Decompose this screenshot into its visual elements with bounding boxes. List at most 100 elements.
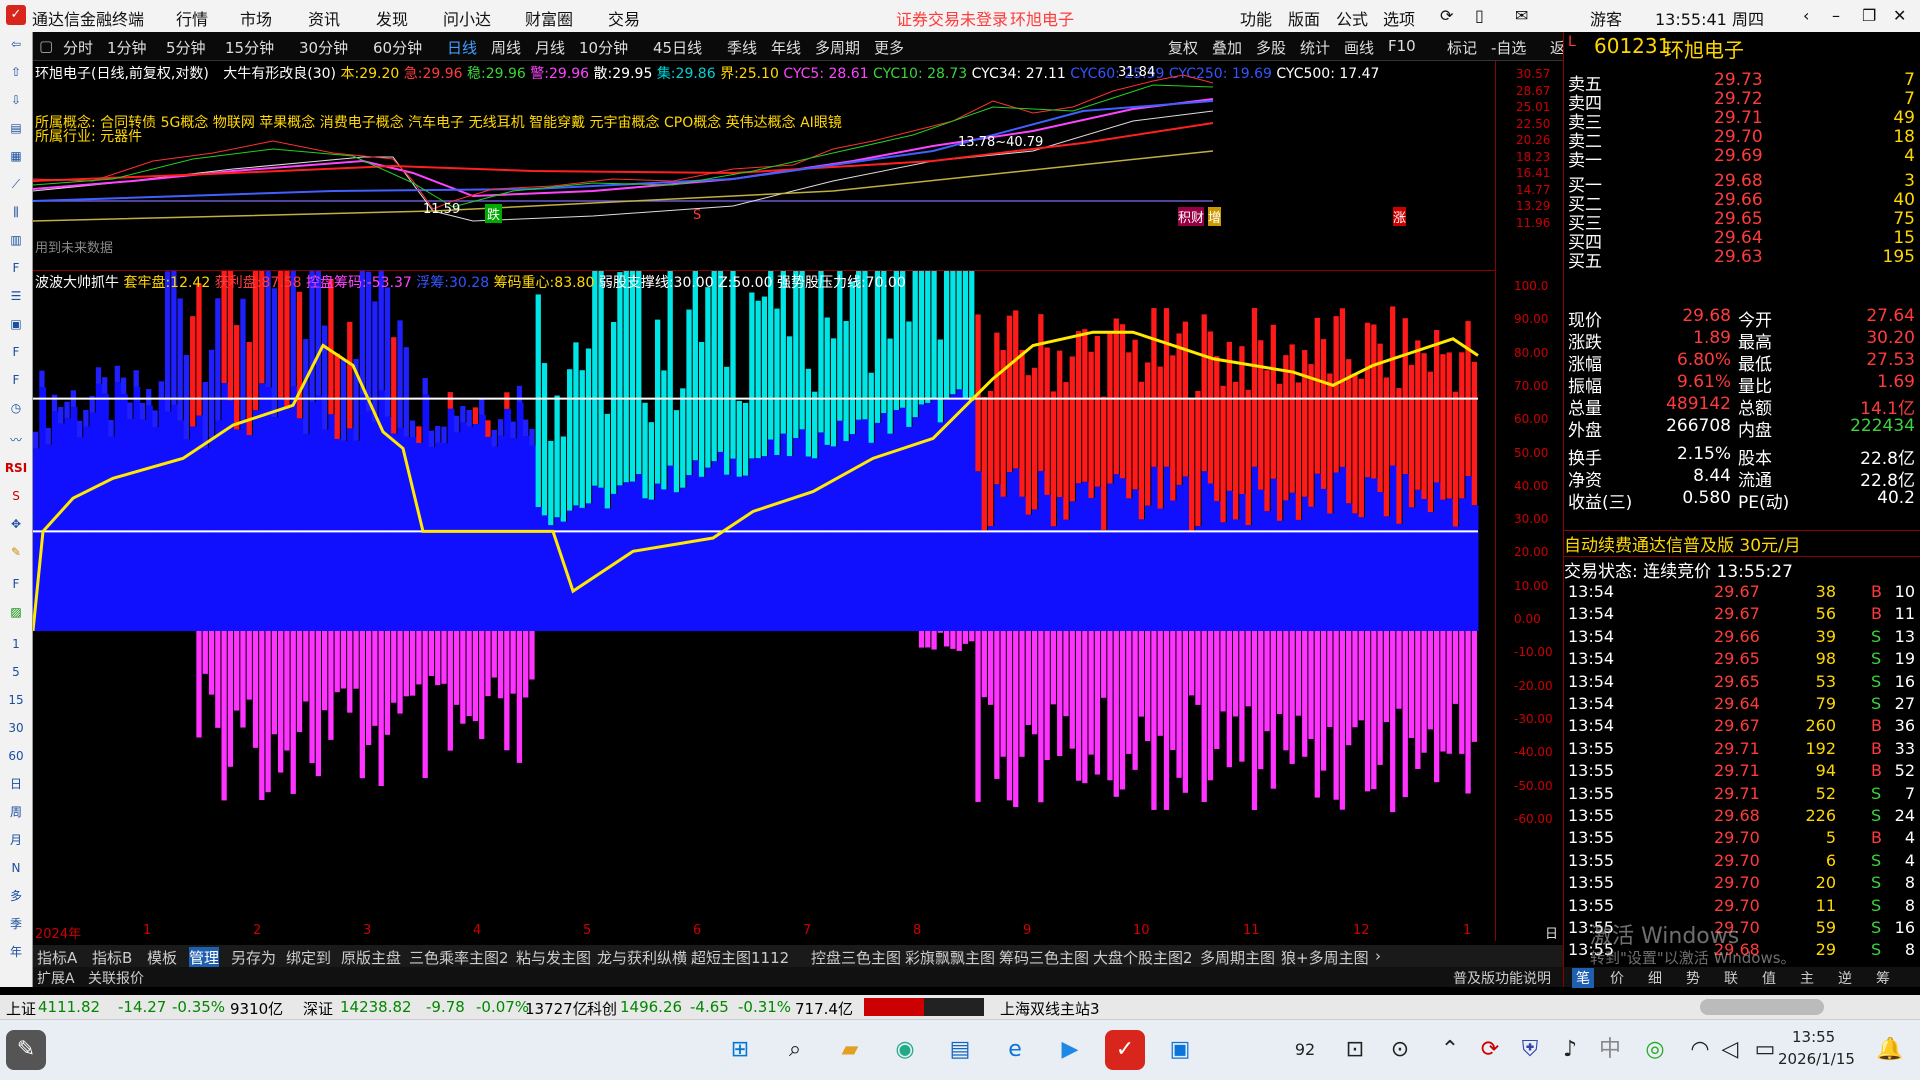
chart-tool-4[interactable]: 画线 <box>1344 37 1374 58</box>
panel-tab-7[interactable]: 逆 <box>1838 968 1852 988</box>
sync-icon[interactable]: ⟳ <box>1470 1030 1510 1070</box>
period-1[interactable]: 1分钟 <box>107 37 147 58</box>
chart-tool-1[interactable]: 叠加 <box>1212 37 1242 58</box>
chart-tool-3[interactable]: 统计 <box>1300 37 1330 58</box>
period-11[interactable]: 季线 <box>727 37 757 58</box>
chart-icon[interactable]: ▤ <box>2 116 30 140</box>
taskbar-date[interactable]: 2026/1/15 <box>1778 1050 1855 1068</box>
orderbook-row[interactable]: 买五 29.63 195 <box>1564 247 1920 272</box>
mic-icon[interactable]: ♪ <box>1550 1030 1590 1070</box>
tabs-more-icon[interactable]: › <box>1375 947 1381 965</box>
s-icon[interactable]: S <box>2 484 30 508</box>
layout-icon[interactable]: ▢ <box>39 37 53 55</box>
chart-tool-2[interactable]: 多股 <box>1256 37 1286 58</box>
table-icon[interactable]: ▥ <box>2 228 30 252</box>
main-price-chart[interactable]: 环旭电子(日线,前复权,对数) 大牛有形改良(30) 本:29.20 急:29.… <box>33 61 1495 271</box>
period-10[interactable]: 45日线 <box>653 37 702 58</box>
period-60[interactable]: 60 <box>2 744 30 768</box>
period-3[interactable]: 15分钟 <box>225 37 274 58</box>
tab-linked-quote[interactable]: 关联报价 <box>88 968 144 988</box>
indicator-tab-14[interactable]: 大盘个股主图2 <box>1093 947 1193 968</box>
candle-icon[interactable]: ⫼ <box>2 200 30 224</box>
login-notice[interactable]: 证券交易未登录 <box>896 6 1008 30</box>
period-14[interactable]: 更多 <box>874 37 904 58</box>
user-label[interactable]: 游客 <box>1590 6 1622 30</box>
f10-icon[interactable]: F <box>2 256 30 280</box>
nav-back-icon[interactable]: ⇦ <box>2 32 30 56</box>
menu-discover[interactable]: 发现 <box>376 6 408 30</box>
period-2[interactable]: 5分钟 <box>166 37 206 58</box>
period-year[interactable]: 年 <box>2 940 30 964</box>
app-icon[interactable]: ◉ <box>885 1030 925 1070</box>
menu-market2[interactable]: 市场 <box>240 6 272 30</box>
menu-options[interactable]: 选项 <box>1383 6 1415 30</box>
notification-icon[interactable]: 🔔 <box>1870 1030 1910 1070</box>
tdx-icon[interactable]: ✓ <box>1105 1030 1145 1070</box>
period-15[interactable]: 15 <box>2 688 30 712</box>
grid-icon[interactable]: ▦ <box>2 144 30 168</box>
chart-tool-7[interactable]: -自选 <box>1491 37 1526 58</box>
period-6[interactable]: 日线 <box>447 37 477 58</box>
menu-ask[interactable]: 问小达 <box>443 6 491 30</box>
period-5[interactable]: 5 <box>2 660 30 684</box>
period-month[interactable]: 月 <box>2 828 30 852</box>
folder-icon[interactable]: ▰ <box>830 1030 870 1070</box>
indicator-tab-7[interactable]: 三色乘率主图2 <box>409 947 509 968</box>
meeting-icon[interactable]: ▣ <box>1160 1030 1200 1070</box>
indicator-tab-16[interactable]: 狼+多周主图 <box>1281 947 1369 968</box>
back-icon[interactable]: ‹ <box>1803 6 1809 25</box>
indicator-tab-4[interactable]: 另存为 <box>231 947 276 968</box>
chart-tool-5[interactable]: F10 <box>1388 37 1416 55</box>
period-multi[interactable]: 多 <box>2 884 30 908</box>
close-icon[interactable]: ✕ <box>1893 6 1906 25</box>
panel-tab-6[interactable]: 主 <box>1800 968 1814 988</box>
scroll-slider[interactable] <box>1700 999 1824 1015</box>
f2-icon[interactable]: F <box>2 340 30 364</box>
period-day[interactable]: 日 <box>2 772 30 796</box>
period-season[interactable]: 季 <box>2 912 30 936</box>
period-12[interactable]: 年线 <box>771 37 801 58</box>
fs-icon[interactable]: F <box>2 572 30 596</box>
input-icon[interactable]: 中 <box>1590 1030 1630 1070</box>
period-8[interactable]: 月线 <box>535 37 565 58</box>
nav-up-icon[interactable]: ⇧ <box>2 60 30 84</box>
rsi-icon[interactable]: RSI <box>2 456 30 480</box>
menu-layout[interactable]: 版面 <box>1288 6 1320 30</box>
period-9[interactable]: 10分钟 <box>579 37 628 58</box>
chart-tool-6[interactable]: 标记 <box>1447 37 1477 58</box>
panel-tab-8[interactable]: 筹 <box>1876 968 1890 988</box>
period-5[interactable]: 60分钟 <box>373 37 422 58</box>
ad-banner[interactable]: 自动续费通达信普及版 30元/月 <box>1564 530 1920 556</box>
chevron-up-icon[interactable]: ⌃ <box>1430 1030 1470 1070</box>
period-4[interactable]: 30分钟 <box>299 37 348 58</box>
box-icon[interactable]: ▣ <box>2 312 30 336</box>
server-site[interactable]: 上海双线主站3 <box>1000 998 1100 1019</box>
line-icon[interactable]: ⟋ <box>2 172 30 196</box>
tab-ext-a[interactable]: 扩展A <box>37 968 75 988</box>
clock-icon[interactable]: ◷ <box>2 396 30 420</box>
indicator-tab-3[interactable]: 管理 <box>189 947 220 968</box>
magnifier-icon[interactable]: ⊙ <box>1380 1030 1420 1070</box>
chart-tool-0[interactable]: 复权 <box>1168 37 1198 58</box>
taskbar-time[interactable]: 13:55 <box>1792 1028 1835 1046</box>
start-icon[interactable]: ⊞ <box>720 1030 760 1070</box>
img-icon[interactable]: ▨ <box>2 600 30 624</box>
crop-icon[interactable]: ⊡ <box>1335 1030 1375 1070</box>
indicator-tab-9[interactable]: 龙与获利纵横 <box>597 947 687 968</box>
indicator-tab-1[interactable]: 指标B <box>92 947 132 968</box>
notes-icon[interactable]: ▤ <box>940 1030 980 1070</box>
panel-tab-3[interactable]: 势 <box>1686 968 1700 988</box>
indicator-tab-13[interactable]: 筹码三色主图 <box>999 947 1089 968</box>
panel-tab-5[interactable]: 值 <box>1762 968 1776 988</box>
f3-icon[interactable]: F <box>2 368 30 392</box>
indicator-tab-11[interactable]: 控盘三色主图 <box>811 947 901 968</box>
media-icon[interactable]: ▶ <box>1050 1030 1090 1070</box>
period-0[interactable]: 分时 <box>63 37 93 58</box>
indicator-subchart[interactable]: 波波大帅抓牛 套牢盘:12.42 获利盘:87.58 控盘筹码:-53.37 浮… <box>33 271 1558 961</box>
indicator-tab-2[interactable]: 模板 <box>147 947 177 968</box>
menu-wealth[interactable]: 财富圈 <box>525 6 573 30</box>
mic-widget-icon[interactable]: ✎ <box>6 1030 46 1070</box>
indicator-tab-5[interactable]: 绑定到 <box>286 947 331 968</box>
menu-market[interactable]: 行情 <box>176 6 208 30</box>
menu-function[interactable]: 功能 <box>1240 6 1272 30</box>
